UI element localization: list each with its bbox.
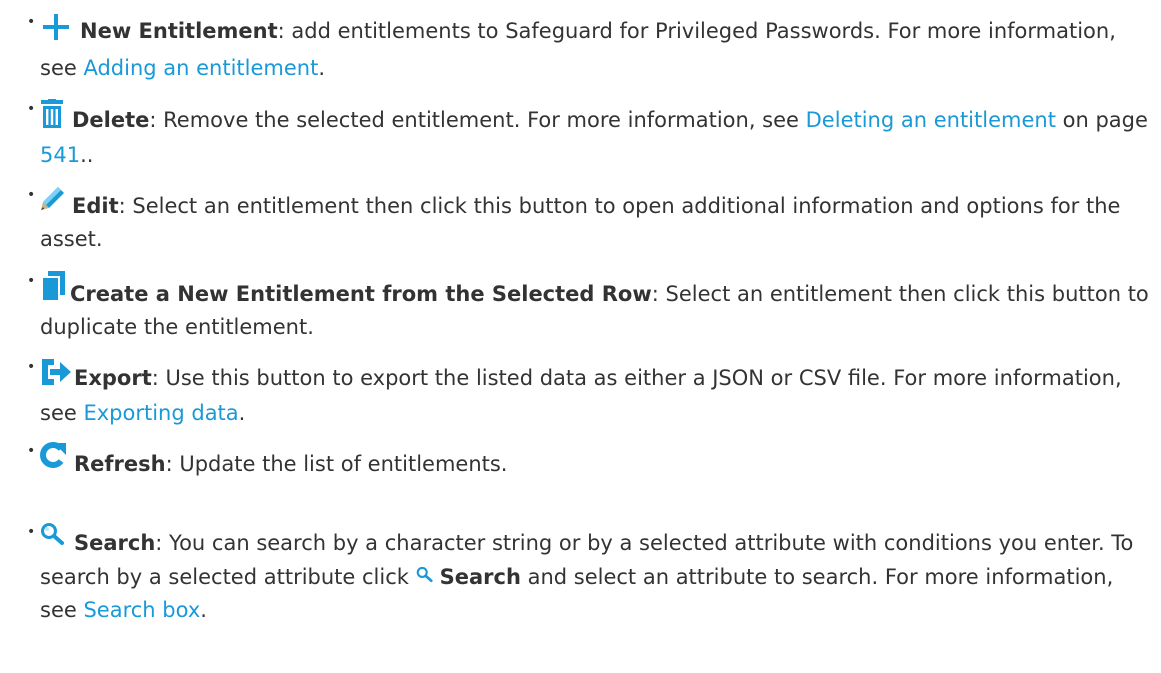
list-item-duplicate: • Create a New Entitlement from the Sele…	[27, 271, 1150, 344]
list-item-search: • Search: You can search by a character …	[27, 522, 1150, 627]
bullet: •	[27, 359, 36, 375]
link-page-number[interactable]: 541	[40, 143, 80, 167]
link-deleting-entitlement[interactable]: Deleting an entitlement	[806, 108, 1056, 132]
search-icon	[416, 560, 434, 593]
list-item-edit: • Edit: Select an entitlement then click…	[27, 185, 1150, 256]
bullet: •	[27, 524, 36, 540]
bullet: •	[27, 101, 36, 117]
pencil-icon	[40, 185, 66, 221]
list-item-export: • Export: Use this button to export the …	[27, 357, 1150, 430]
item-title: Delete	[72, 108, 150, 132]
item-title: New Entitlement	[80, 19, 278, 43]
item-title: Export	[74, 366, 152, 390]
bullet: •	[27, 187, 36, 203]
bullet: •	[27, 14, 36, 30]
list-item-delete: • Delete: Remove the selected entitlemen…	[27, 99, 1150, 172]
trash-icon	[40, 99, 64, 139]
list-item-new-entitlement: • New Entitlement: add entitlements to S…	[27, 12, 1150, 85]
export-icon	[40, 357, 72, 397]
list-item-refresh: • Refresh: Update the list of entitlemen…	[27, 441, 1150, 481]
bullet: •	[27, 273, 36, 289]
duplicate-icon	[40, 271, 66, 311]
link-adding-entitlement[interactable]: Adding an entitlement	[83, 56, 318, 80]
link-exporting-data[interactable]: Exporting data	[83, 401, 238, 425]
refresh-icon	[40, 441, 66, 479]
inline-search-label: Search	[439, 565, 521, 589]
item-title: Refresh	[74, 452, 166, 476]
item-title: Search	[74, 531, 156, 555]
link-search-box[interactable]: Search box	[83, 598, 200, 622]
plus-icon	[40, 12, 72, 52]
item-title: Create a New Entitlement from the Select…	[70, 282, 652, 306]
search-icon	[40, 522, 66, 556]
item-title: Edit	[72, 194, 119, 218]
bullet: •	[27, 443, 36, 459]
